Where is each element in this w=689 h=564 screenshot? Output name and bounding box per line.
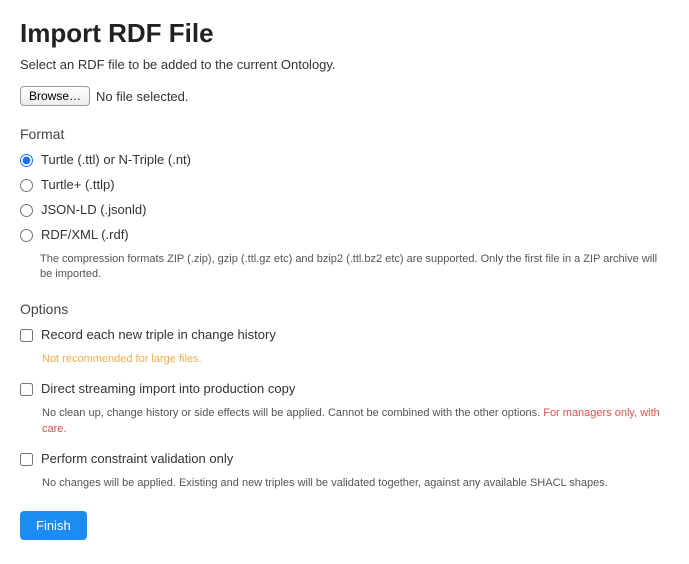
option-direct-streaming: Direct streaming import into production … [20,381,669,437]
format-label: RDF/XML (.rdf) [41,227,129,242]
option-record-history: Record each new triple in change history… [20,327,669,367]
option-label: Record each new triple in change history [41,327,276,342]
format-label: Turtle (.ttl) or N-Triple (.nt) [41,152,191,167]
option-check-record-history[interactable]: Record each new triple in change history [20,327,669,342]
option-constraint-validation: Perform constraint validation only No ch… [20,451,669,491]
checkbox-direct-streaming[interactable] [20,383,33,396]
format-label: JSON-LD (.jsonld) [41,202,146,217]
option-sub-text: No clean up, change history or side effe… [42,407,543,419]
file-status-text: No file selected. [96,89,189,104]
format-label: Turtle+ (.ttlp) [41,177,115,192]
format-group: Turtle (.ttl) or N-Triple (.nt) Turtle+ … [20,152,669,242]
option-check-direct-streaming[interactable]: Direct streaming import into production … [20,381,669,396]
file-selector-row: Browse… No file selected. [20,86,669,106]
option-label: Perform constraint validation only [41,451,233,466]
format-radio-turtle[interactable] [20,154,33,167]
format-option-jsonld[interactable]: JSON-LD (.jsonld) [20,202,669,217]
option-sub-text: No changes will be applied. Existing and… [42,477,608,489]
format-radio-turtleplus[interactable] [20,179,33,192]
checkbox-record-history[interactable] [20,329,33,342]
option-sub-record-history: Not recommended for large files. [42,352,669,367]
format-option-rdfxml[interactable]: RDF/XML (.rdf) [20,227,669,242]
format-option-turtle[interactable]: Turtle (.ttl) or N-Triple (.nt) [20,152,669,167]
option-sub-constraint-validation: No changes will be applied. Existing and… [42,476,669,491]
format-option-turtleplus[interactable]: Turtle+ (.ttlp) [20,177,669,192]
compression-note: The compression formats ZIP (.zip), gzip… [40,252,669,283]
options-heading: Options [20,301,669,317]
option-warn-orange: Not recommended for large files. [42,353,202,365]
option-check-constraint-validation[interactable]: Perform constraint validation only [20,451,669,466]
browse-button[interactable]: Browse… [20,86,90,106]
intro-text: Select an RDF file to be added to the cu… [20,57,669,72]
finish-button[interactable]: Finish [20,511,87,540]
option-sub-direct-streaming: No clean up, change history or side effe… [42,406,669,437]
checkbox-constraint-validation[interactable] [20,453,33,466]
option-label: Direct streaming import into production … [41,381,295,396]
format-heading: Format [20,126,669,142]
format-radio-jsonld[interactable] [20,204,33,217]
format-radio-rdfxml[interactable] [20,229,33,242]
page-title: Import RDF File [20,18,669,49]
